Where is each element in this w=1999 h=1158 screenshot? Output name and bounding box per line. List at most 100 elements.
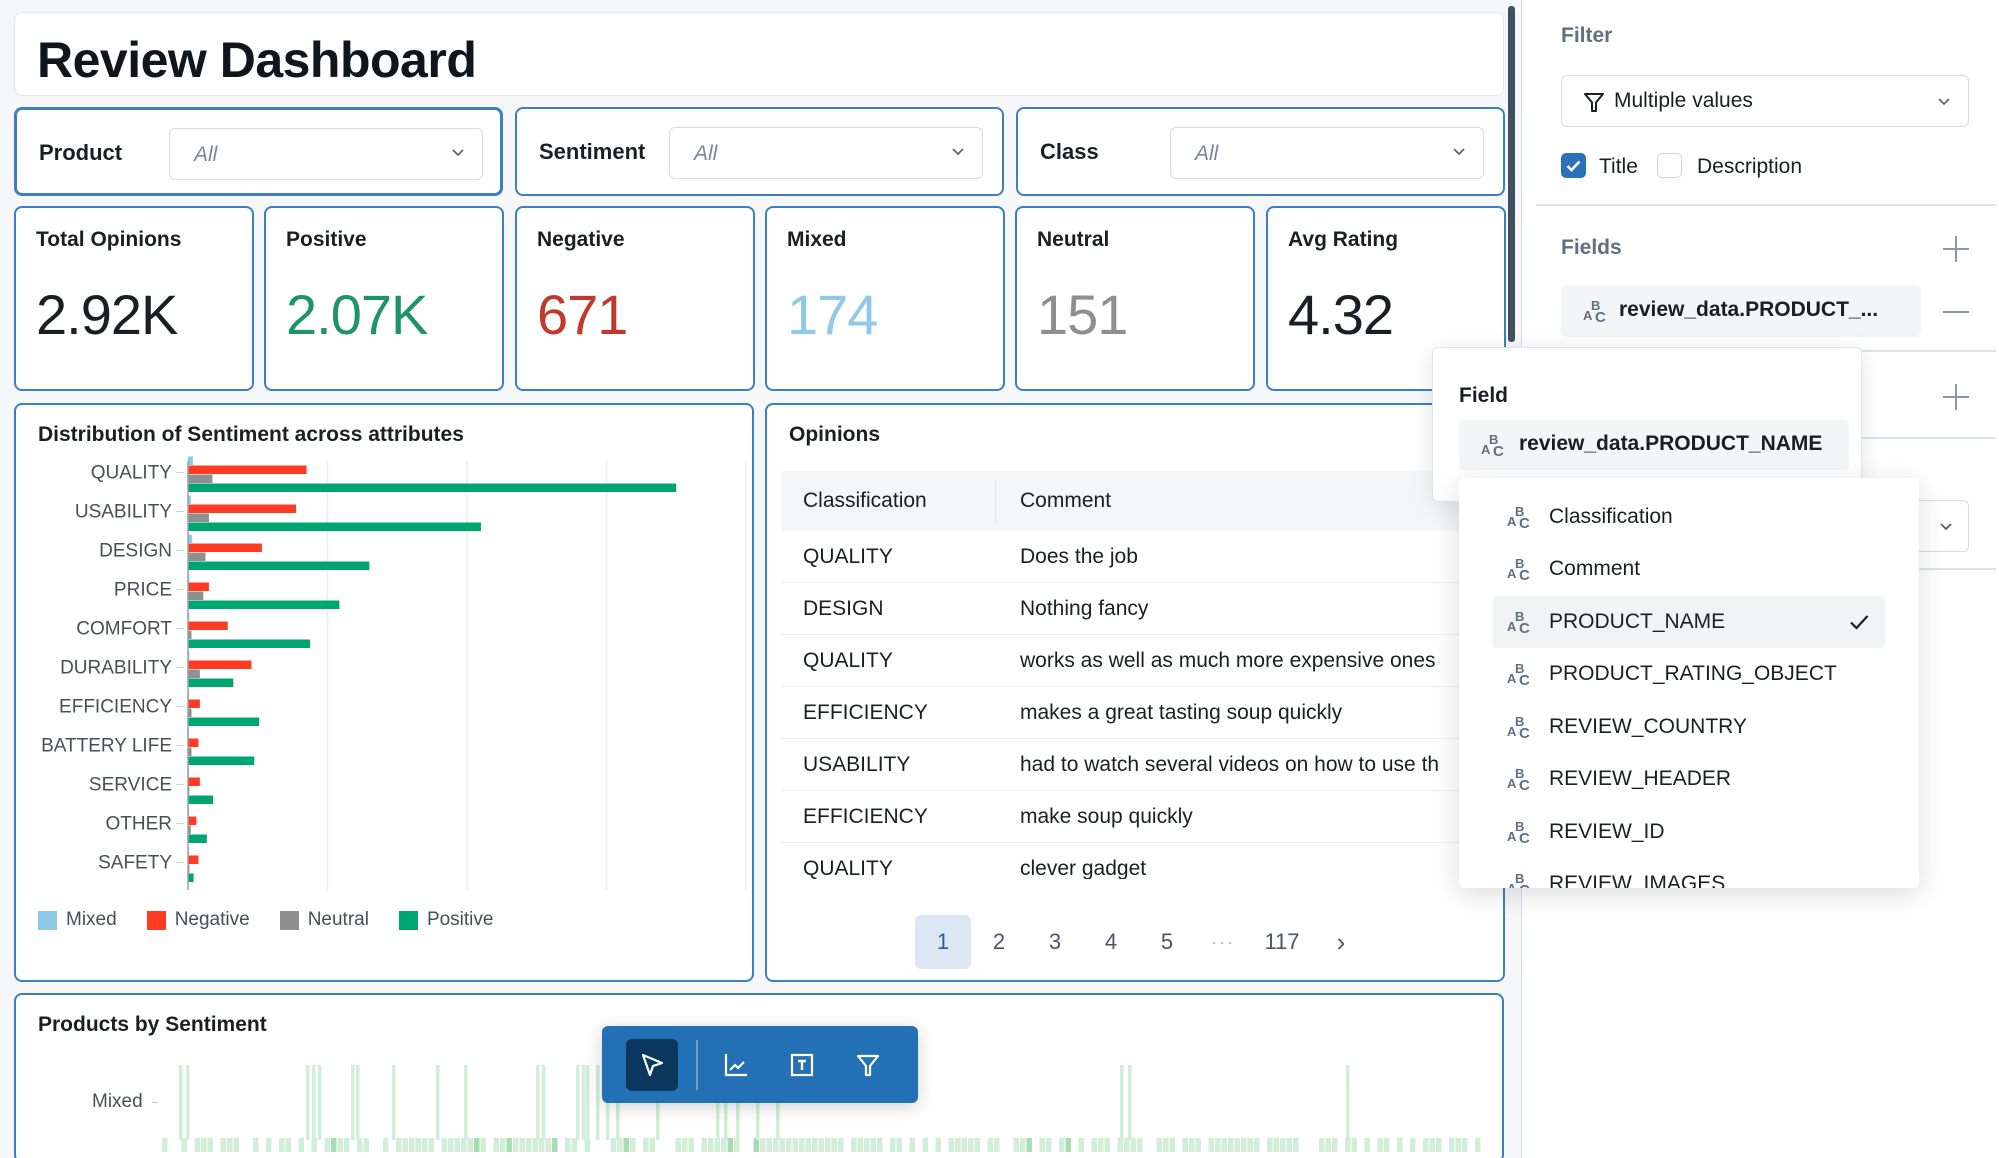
page-button[interactable]: 2	[971, 915, 1027, 969]
heat-cell	[1449, 1138, 1455, 1152]
field-option[interactable]: ABC REVIEW_HEADER	[1493, 753, 1885, 806]
filter-label: Class	[1040, 139, 1099, 164]
heat-cell	[402, 1138, 408, 1152]
bar-neutral-design[interactable]	[188, 552, 206, 562]
table-row[interactable]: EFFICIENCY makes a great tasting soup qu…	[781, 687, 1503, 739]
table-row[interactable]: QUALITY clever gadget	[781, 843, 1503, 880]
page-button-last[interactable]: 117	[1251, 915, 1313, 969]
field-option[interactable]: ABC REVIEW_ID	[1493, 806, 1885, 859]
page-button[interactable]: 4	[1083, 915, 1139, 969]
heat-cell	[422, 1138, 428, 1152]
bar-positive-service[interactable]	[188, 795, 214, 805]
filter-sentiment[interactable]: Sentiment All	[515, 107, 1004, 196]
bar-positive-battery-life[interactable]	[188, 756, 255, 766]
field-option[interactable]: ABC Comment	[1493, 543, 1885, 596]
legend-label: Positive	[426, 909, 494, 930]
add-plus-icon[interactable]	[1943, 384, 1969, 410]
bar-positive-quality[interactable]	[188, 483, 677, 493]
heat-cell	[857, 1138, 863, 1152]
bar-negative-usability[interactable]	[188, 504, 297, 514]
table-row[interactable]: QUALITY Does the job	[781, 531, 1503, 583]
bar-neutral-usability[interactable]	[188, 513, 209, 523]
bar-positive-safety[interactable]	[188, 873, 194, 883]
bar-positive-design[interactable]	[188, 561, 370, 571]
field-option[interactable]: ABC REVIEW_COUNTRY	[1493, 701, 1885, 754]
heat-cell	[812, 1138, 818, 1152]
kpi-label: Negative	[537, 228, 625, 251]
filter-select-value: Multiple values	[1614, 89, 1753, 112]
heat-cell	[1065, 1138, 1071, 1152]
chevron-down-icon	[1940, 523, 1952, 531]
next-page-button[interactable]: ›	[1313, 915, 1369, 969]
bar-negative-efficiency[interactable]	[188, 699, 200, 709]
field-chip[interactable]: ABC review_data.PRODUCT_...	[1561, 285, 1921, 337]
heat-cell	[480, 1138, 486, 1152]
select-tool-button[interactable]	[626, 1039, 678, 1091]
bar-neutral-quality[interactable]	[188, 474, 213, 484]
filter-values-select[interactable]: Multiple values	[1561, 75, 1969, 127]
column-header-classification[interactable]: Classification	[781, 480, 996, 522]
add-field-plus-icon[interactable]	[1943, 236, 1969, 262]
product-select[interactable]: All	[169, 128, 483, 180]
legend-swatch	[146, 910, 166, 930]
bar-neutral-price[interactable]	[188, 591, 204, 601]
kpi-card: Total Opinions 2.92K	[14, 206, 254, 391]
page-button[interactable]: 5	[1139, 915, 1195, 969]
bar-negative-safety[interactable]	[188, 855, 199, 865]
field-options-list[interactable]: ABC BRANDABC ClassificationABC CommentAB…	[1459, 478, 1919, 888]
bar-negative-durability[interactable]	[188, 660, 252, 670]
heat-cell	[851, 1138, 857, 1152]
add-text-button[interactable]	[776, 1039, 828, 1091]
field-option[interactable]: ABC BRAND	[1493, 478, 1885, 491]
bar-negative-price[interactable]	[188, 582, 209, 592]
bar-negative-quality[interactable]	[188, 465, 307, 475]
add-chart-button[interactable]	[710, 1039, 762, 1091]
table-row[interactable]: EFFICIENCY make soup quickly	[781, 791, 1503, 843]
field-option-label: REVIEW_COUNTRY	[1549, 714, 1747, 738]
legend-item[interactable]: Negative	[146, 909, 250, 931]
legend-item[interactable]: Neutral	[279, 909, 369, 931]
bar-negative-design[interactable]	[188, 543, 262, 553]
heat-cell	[1332, 1138, 1338, 1152]
field-popover-selected[interactable]: ABC review_data.PRODUCT_NAME	[1459, 420, 1849, 470]
cell-comment: had to watch several videos on how to us…	[1020, 752, 1440, 776]
filter-product[interactable]: Product All	[14, 107, 503, 196]
class-select[interactable]: All	[1170, 127, 1484, 179]
filter-class[interactable]: Class All	[1016, 107, 1505, 196]
page-button[interactable]: 1	[915, 915, 971, 969]
bar-positive-efficiency[interactable]	[188, 717, 260, 727]
y-tick-label: BATTERY LIFE	[41, 736, 172, 757]
bar-negative-other[interactable]	[188, 816, 197, 826]
legend-item[interactable]: Positive	[398, 909, 494, 931]
dashboard-scrollbar[interactable]	[1508, 6, 1515, 342]
legend-item[interactable]: Mixed	[38, 909, 117, 931]
bar-positive-usability[interactable]	[188, 522, 481, 532]
page-button[interactable]: 3	[1027, 915, 1083, 969]
chart-title: Distribution of Sentiment across attribu…	[38, 423, 464, 446]
bar-negative-battery-life[interactable]	[188, 738, 199, 748]
table-row[interactable]: DESIGN Nothing fancy	[781, 583, 1503, 635]
bar-positive-other[interactable]	[188, 834, 207, 844]
heat-column	[464, 1065, 468, 1140]
bar-negative-comfort[interactable]	[188, 621, 228, 631]
field-option[interactable]: ABC REVIEW_IMAGES	[1493, 858, 1885, 888]
add-filter-button[interactable]	[842, 1039, 894, 1091]
description-checkbox[interactable]	[1657, 153, 1682, 178]
sentiment-select[interactable]: All	[669, 127, 983, 179]
table-row[interactable]: QUALITY works as well as much more expen…	[781, 635, 1503, 687]
bar-neutral-durability[interactable]	[188, 669, 200, 679]
y-tick-label: PRICE	[114, 580, 172, 601]
bar-positive-price[interactable]	[188, 600, 340, 610]
table-row[interactable]: USABILITY had to watch several videos on…	[781, 739, 1503, 791]
checkmark-icon	[1566, 160, 1581, 172]
field-option[interactable]: ABC PRODUCT_RATING_OBJECT	[1493, 648, 1885, 701]
bar-positive-durability[interactable]	[188, 678, 234, 688]
bar-negative-service[interactable]	[188, 777, 200, 787]
column-header-comment[interactable]: Comment	[996, 489, 1111, 513]
remove-field-minus-icon[interactable]	[1943, 299, 1969, 325]
title-checkbox[interactable]	[1561, 153, 1586, 178]
heat-cell	[1078, 1138, 1084, 1152]
bar-positive-comfort[interactable]	[188, 639, 311, 649]
field-option[interactable]: ABC Classification	[1493, 491, 1885, 544]
field-option[interactable]: ABC PRODUCT_NAME	[1493, 595, 1885, 648]
